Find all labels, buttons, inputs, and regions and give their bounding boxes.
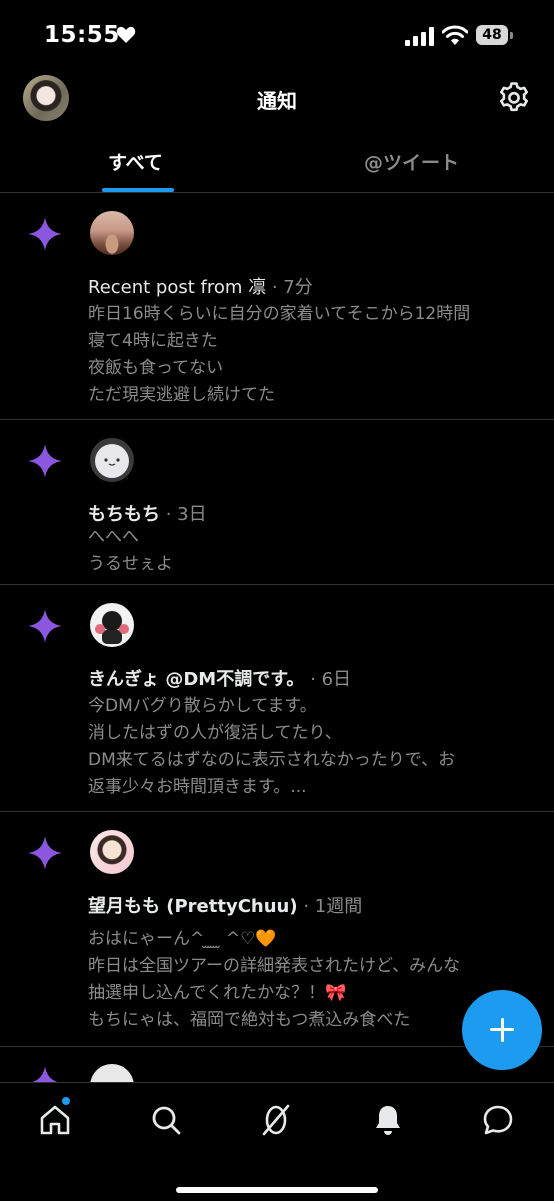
wifi-icon [442,25,468,45]
battery-icon: 48 [476,25,516,47]
notification-item[interactable]: きんぎょ @DM不調です。 · 6日 今DMバグり散らかしてます。 消したはずの… [0,585,554,812]
notification-time: · 6日 [304,669,352,690]
notification-item[interactable]: もちもち · 3日 へへへ うるせぇよ [0,420,554,585]
home-new-dot [62,1097,70,1105]
battery-level: 48 [482,27,502,43]
search-icon[interactable] [149,1103,183,1137]
avatar[interactable] [90,603,134,647]
status-bar: 15:55 48 [0,0,554,72]
notification-body: 今DMバグり散らかしてます。 消したはずの人が復活してたり、 DM来てるはずなの… [88,696,456,797]
compose-button[interactable] [462,990,542,1070]
notification-title: Recent post from 凛 [88,277,267,298]
notification-user-name: 望月もも (PrettyChuu) [88,896,298,917]
sparkle-icon [28,836,62,870]
notification-header: 望月もも (PrettyChuu) · 1週間 [88,892,362,918]
home-icon[interactable] [38,1103,72,1137]
tab-mentions[interactable]: @ツイート [364,148,459,175]
sparkle-icon [28,217,62,251]
sparkle-icon [28,444,62,478]
heart-icon [116,26,136,43]
notification-item[interactable]: Recent post from 凛 · 7分 昨日16時くらいに自分の家着いて… [0,193,554,420]
signal-icon [405,27,434,46]
notifications-bell-icon[interactable] [371,1103,405,1137]
notification-time: · 3日 [160,504,207,525]
settings-icon[interactable] [496,80,532,116]
notification-header: Recent post from 凛 · 7分 [88,273,313,299]
spaces-icon[interactable] [259,1103,293,1137]
notification-header: もちもち · 3日 [88,500,207,526]
notification-header: きんぎょ @DM不調です。 · 6日 [88,665,351,691]
notification-time: · 1週間 [297,896,363,917]
page-title: 通知 [257,89,297,113]
avatar[interactable] [90,211,134,255]
messages-icon[interactable] [481,1103,515,1137]
avatar[interactable] [90,830,134,874]
status-time: 15:55 [44,22,120,48]
tab-all[interactable]: すべて [108,148,163,175]
notification-user-name: きんぎょ @DM不調です。 [88,669,305,690]
notification-body: へへへ うるせぇよ [88,527,173,574]
notification-user-name: もちもち [88,504,160,525]
notification-time: · 7分 [266,277,313,298]
bottom-navigation [0,1082,554,1201]
notification-body: 昨日16時くらいに自分の家着いてそこから12時間 寝て4時に起きた 夜飯も食って… [88,304,471,405]
home-indicator [176,1187,378,1193]
sparkle-icon [28,609,62,643]
avatar[interactable] [90,438,134,482]
